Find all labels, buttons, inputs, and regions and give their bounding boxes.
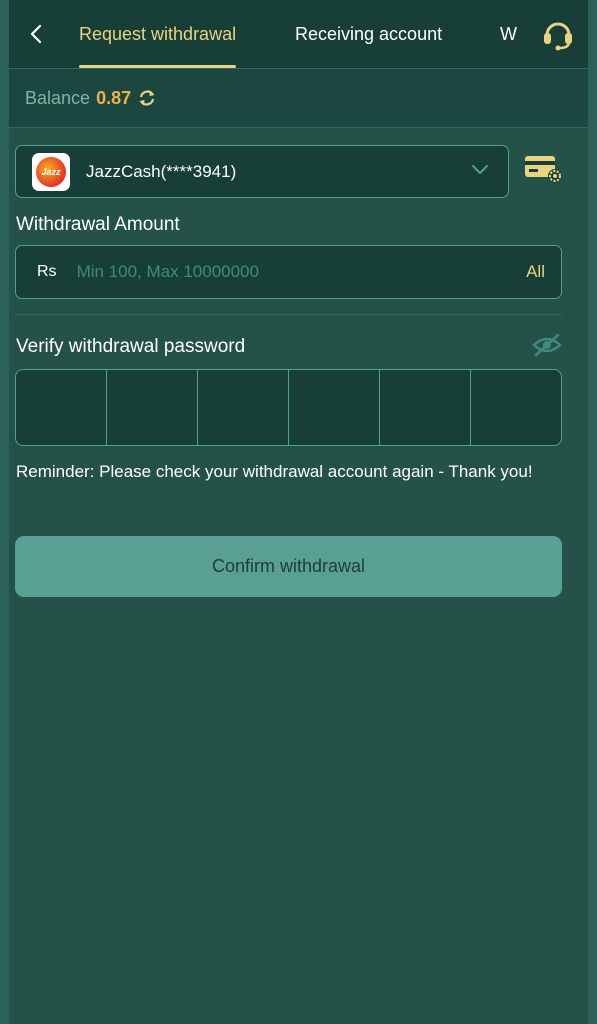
tab-request-withdrawal[interactable]: Request withdrawal bbox=[79, 0, 237, 68]
balance-label: Balance bbox=[25, 87, 91, 108]
back-button[interactable] bbox=[25, 22, 47, 46]
withdrawal-amount-label: Withdrawal Amount bbox=[16, 214, 180, 235]
top-tab-bar: Request withdrawal Receiving account W bbox=[9, 0, 588, 69]
balance-bar: Balance 0.87 bbox=[9, 69, 588, 128]
back-arrow-icon bbox=[30, 24, 42, 44]
amount-field: Rs All bbox=[15, 245, 562, 299]
all-button[interactable]: All bbox=[526, 262, 545, 282]
tab-receiving-account[interactable]: Receiving account bbox=[295, 0, 442, 68]
refresh-icon[interactable] bbox=[137, 88, 157, 108]
currency-label: Rs bbox=[37, 263, 57, 280]
pin-cell[interactable] bbox=[198, 370, 289, 445]
toggle-password-visibility[interactable] bbox=[532, 332, 562, 358]
pin-cell[interactable] bbox=[16, 370, 107, 445]
verify-password-label: Verify withdrawal password bbox=[16, 336, 246, 357]
balance-value: 0.87 bbox=[96, 87, 132, 108]
customer-support-button[interactable] bbox=[540, 16, 576, 52]
jazzcash-logo: Jazz bbox=[32, 152, 70, 191]
chevron-down-icon bbox=[472, 165, 488, 174]
amount-input[interactable] bbox=[76, 262, 527, 282]
right-edge bbox=[588, 0, 597, 1024]
pin-cell[interactable] bbox=[471, 370, 561, 445]
account-select[interactable]: Jazz JazzCash(****3941) bbox=[15, 145, 509, 198]
card-settings-icon bbox=[525, 156, 562, 183]
pin-cell[interactable] bbox=[380, 370, 471, 445]
tab-partial[interactable]: W bbox=[500, 0, 517, 68]
headset-icon bbox=[544, 22, 572, 51]
pin-cell[interactable] bbox=[289, 370, 380, 445]
password-pin-input[interactable] bbox=[15, 369, 562, 446]
left-edge bbox=[0, 0, 9, 1024]
eye-hidden-icon bbox=[532, 333, 562, 357]
manage-cards-button[interactable] bbox=[524, 154, 564, 184]
confirm-withdrawal-button[interactable]: Confirm withdrawal bbox=[15, 536, 562, 597]
divider bbox=[15, 314, 562, 315]
jazzcash-logo-mark: Jazz bbox=[36, 156, 66, 187]
account-row: Jazz JazzCash(****3941) bbox=[15, 145, 509, 198]
account-name: JazzCash(****3941) bbox=[86, 161, 237, 181]
pin-cell[interactable] bbox=[107, 370, 198, 445]
reminder-text: Reminder: Please check your withdrawal a… bbox=[16, 462, 533, 481]
